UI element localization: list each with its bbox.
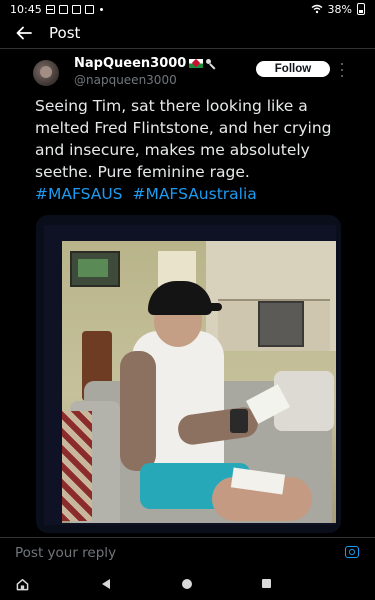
wifi-icon <box>311 4 322 14</box>
home-icon[interactable] <box>16 578 29 591</box>
nav-recents-icon[interactable] <box>262 579 271 588</box>
magic-wand-icon <box>206 58 216 69</box>
post-text-line: and insecure, makes me absolutely <box>35 141 310 159</box>
display-name-text: NapQueen3000 <box>74 56 187 71</box>
follow-button[interactable]: Follow <box>256 61 330 77</box>
battery-percent: 38% <box>327 2 352 16</box>
avatar[interactable] <box>33 60 59 86</box>
status-bar: 10:45 38% <box>0 0 375 18</box>
more-notifications-icon <box>99 7 103 11</box>
header: Post <box>0 18 375 48</box>
user-handle[interactable]: @napqueen3000 <box>74 73 177 87</box>
scene-blanket <box>62 411 92 521</box>
scene-mug <box>230 409 248 433</box>
post-text-line: seethe. Pure feminine rage. <box>35 163 250 181</box>
more-options-icon[interactable] <box>339 63 345 77</box>
scene-person-arm <box>120 351 156 471</box>
battery-icon <box>357 3 365 15</box>
camera-icon[interactable] <box>345 546 359 558</box>
scene-oven <box>258 301 304 347</box>
notification-icon-3 <box>84 4 94 14</box>
tv-screen <box>44 225 336 525</box>
reply-bar <box>0 538 375 568</box>
hashtags: #MAFSAUS #MAFSAustralia <box>35 183 345 205</box>
post-text-line: melted Fred Flintstone, and her crying <box>35 119 332 137</box>
header-divider <box>0 48 375 49</box>
page-title: Post <box>49 24 81 42</box>
scene-picture-frame <box>70 251 120 287</box>
display-name[interactable]: NapQueen3000 <box>74 56 216 71</box>
back-arrow-icon[interactable] <box>14 23 34 43</box>
nav-back-icon[interactable] <box>102 579 110 589</box>
hashtag-link[interactable]: #MAFSAUS <box>35 185 123 203</box>
mail-icon <box>45 4 55 14</box>
hashtag-link[interactable]: #MAFSAustralia <box>132 185 256 203</box>
nav-home-circle-icon[interactable] <box>182 579 192 589</box>
status-time: 10:45 <box>10 2 42 16</box>
notification-icon <box>58 4 68 14</box>
system-nav-bar <box>0 570 375 600</box>
status-left: 10:45 <box>10 3 103 16</box>
post-image[interactable] <box>36 215 341 533</box>
notification-icon-2 <box>71 4 81 14</box>
post-text-line: Seeing Tim, sat there looking like a <box>35 97 308 115</box>
status-right: 38% <box>311 3 365 16</box>
reply-input[interactable] <box>15 540 325 566</box>
post-text: Seeing Tim, sat there looking like a mel… <box>35 95 345 205</box>
post-author: NapQueen3000 @napqueen3000 Follow <box>33 56 353 92</box>
wales-flag-icon <box>189 59 204 68</box>
scene <box>62 241 336 523</box>
